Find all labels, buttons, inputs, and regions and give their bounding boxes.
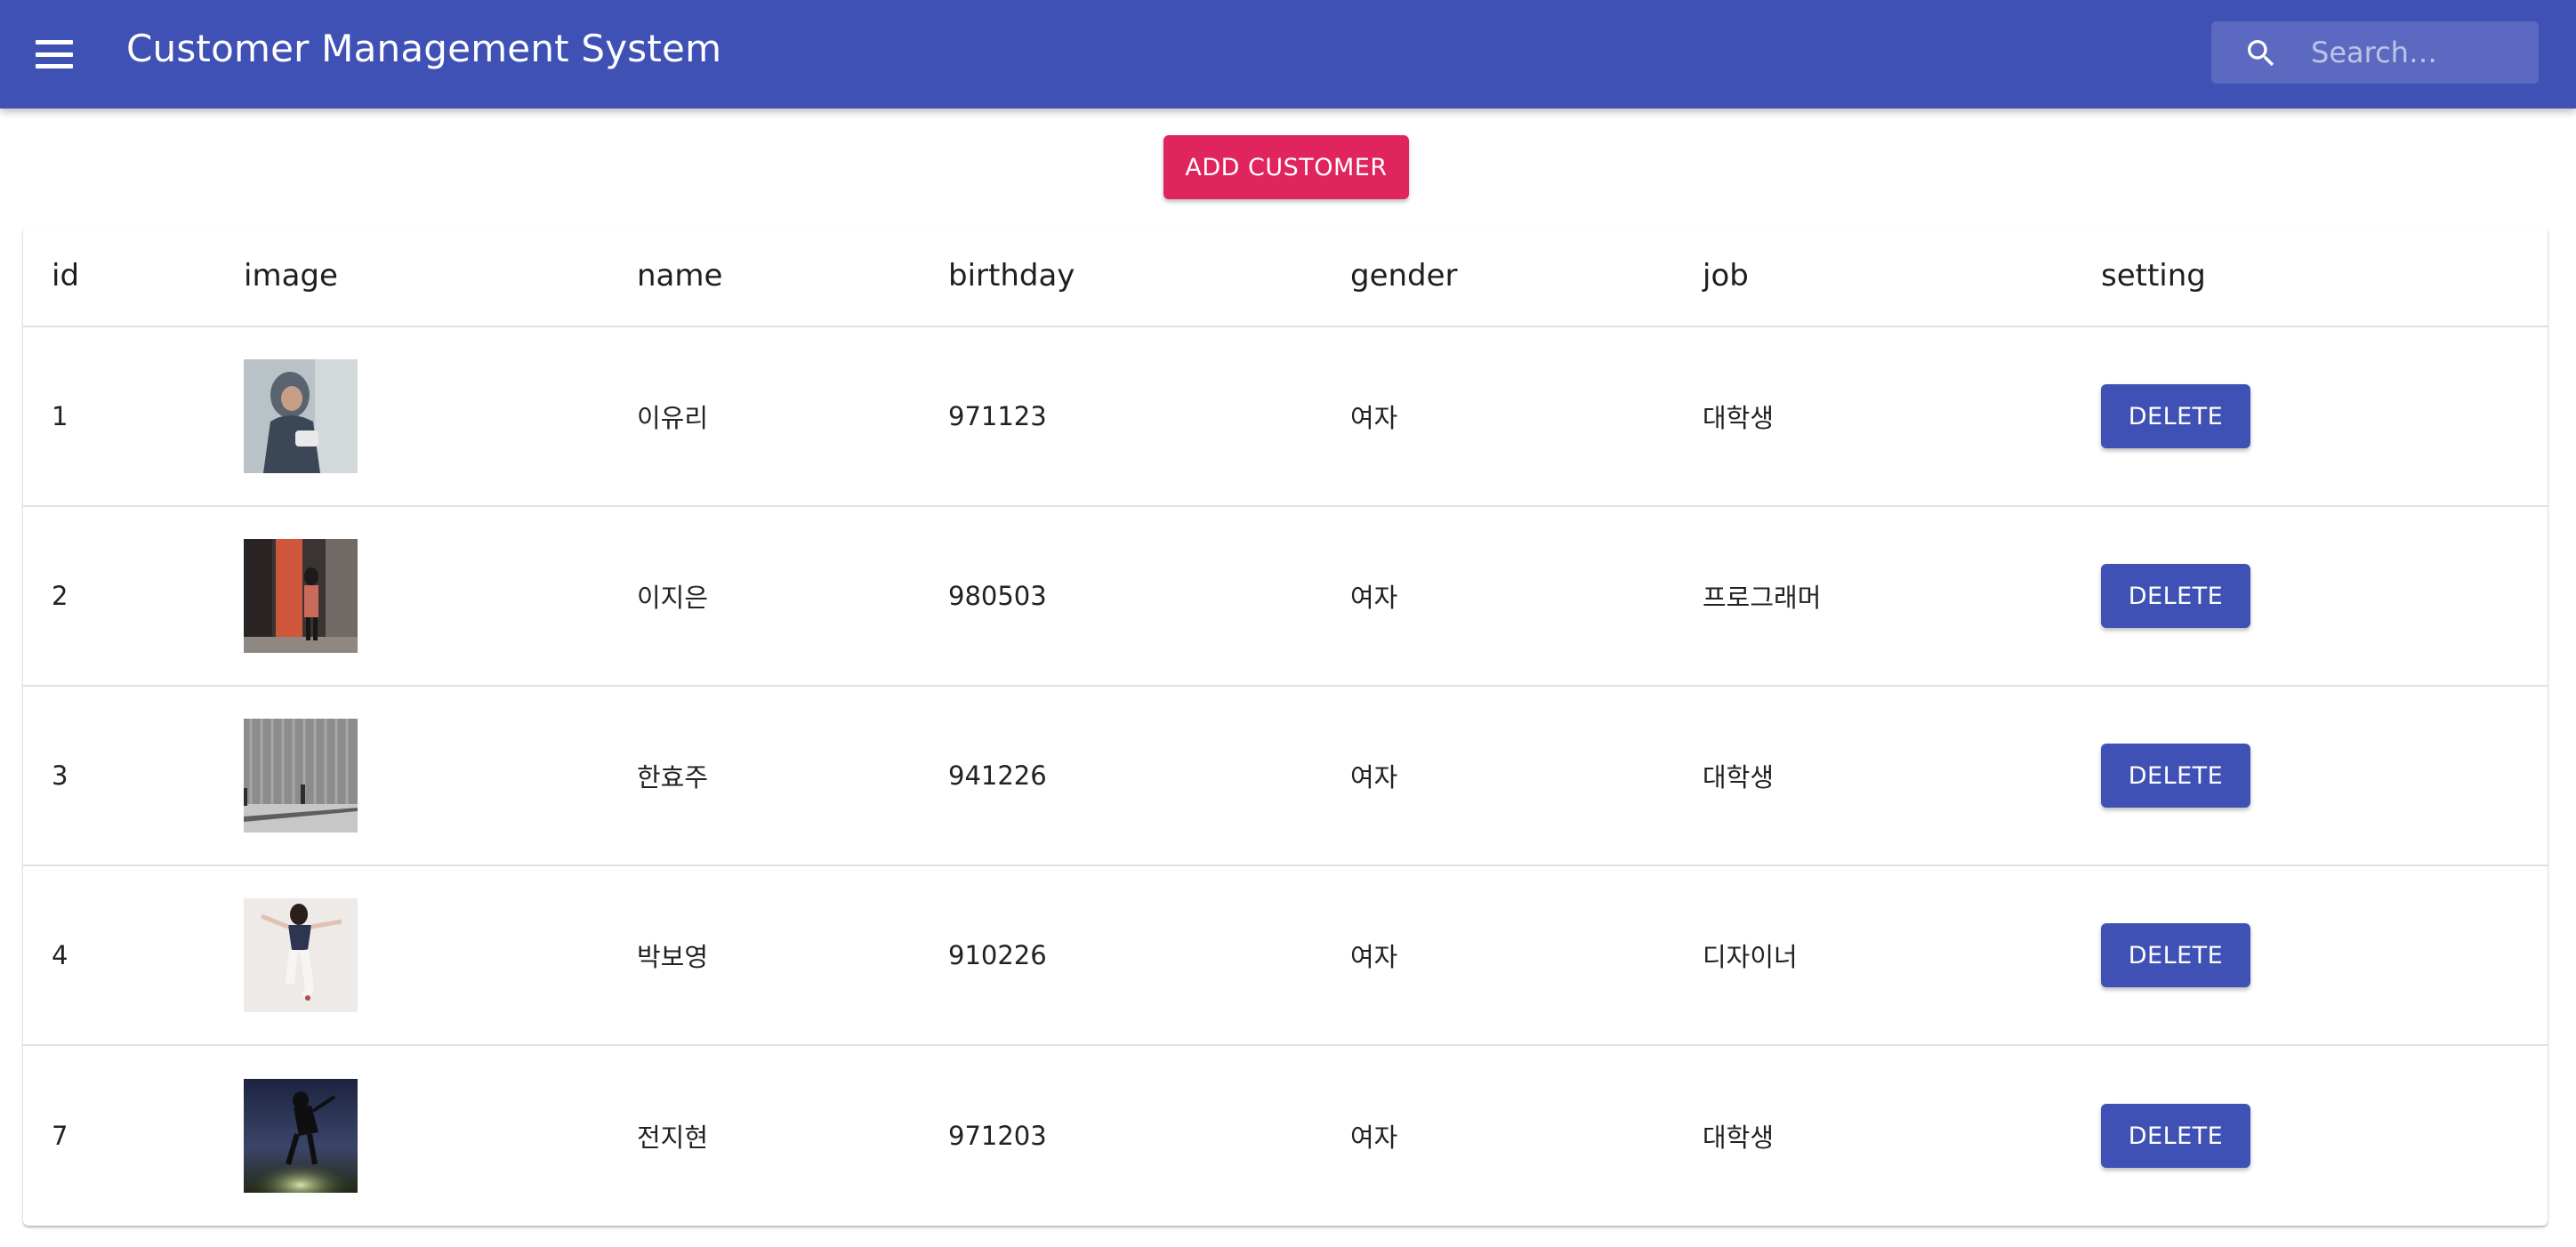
customer-image xyxy=(244,866,358,1044)
cell-birthday: 980503 xyxy=(948,581,1047,611)
cell-setting: DELETE xyxy=(2101,687,2250,865)
cell-id: 2 xyxy=(52,581,68,611)
table-row: 2 이지은 980503 여자 프로그래머 DELETE xyxy=(23,507,2548,687)
cell-id: 4 xyxy=(52,940,68,970)
customer-image xyxy=(244,1046,358,1226)
table-row: 1 이유리 971123 여자 대학생 DELETE xyxy=(23,327,2548,507)
customer-photo xyxy=(244,898,358,1012)
customer-photo xyxy=(244,719,358,833)
header-name: name xyxy=(637,258,723,294)
delete-button[interactable]: DELETE xyxy=(2101,923,2250,987)
search-box[interactable] xyxy=(2211,21,2539,84)
customer-table: id image name birthday gender job settin… xyxy=(23,226,2548,1226)
cell-job: 프로그래머 xyxy=(1703,583,1822,613)
cell-job: 대학생 xyxy=(1703,403,1775,433)
cell-job: 디자이너 xyxy=(1703,942,1798,972)
table-row: 7 전지현 971203 여자 대학생 DELETE xyxy=(23,1046,2548,1226)
table-header-row: id image name birthday gender job settin… xyxy=(23,226,2548,327)
customer-photo xyxy=(244,1079,358,1193)
search-input[interactable] xyxy=(2311,21,2524,84)
header-id: id xyxy=(52,258,80,294)
delete-button[interactable]: DELETE xyxy=(2101,384,2250,448)
header-job: job xyxy=(1703,258,1749,294)
cell-id: 7 xyxy=(52,1121,68,1151)
delete-button[interactable]: DELETE xyxy=(2101,1104,2250,1168)
cell-name: 이지은 xyxy=(637,583,709,613)
cell-gender: 여자 xyxy=(1350,583,1398,613)
cell-id: 1 xyxy=(52,401,68,431)
cell-birthday: 971123 xyxy=(948,401,1047,431)
customer-image xyxy=(244,327,358,505)
cell-setting: DELETE xyxy=(2101,1046,2250,1226)
header-birthday: birthday xyxy=(948,258,1075,294)
cell-name: 한효주 xyxy=(637,762,709,792)
delete-button[interactable]: DELETE xyxy=(2101,744,2250,808)
menu-icon[interactable] xyxy=(34,35,75,74)
delete-button[interactable]: DELETE xyxy=(2101,564,2250,628)
add-customer-button[interactable]: ADD CUSTOMER xyxy=(1163,135,1409,199)
cell-setting: DELETE xyxy=(2101,327,2250,505)
cell-birthday: 971203 xyxy=(948,1121,1047,1151)
cell-id: 3 xyxy=(52,760,68,791)
cell-birthday: 941226 xyxy=(948,760,1047,791)
customer-photo xyxy=(244,359,358,473)
cell-setting: DELETE xyxy=(2101,866,2250,1044)
header-setting: setting xyxy=(2101,258,2206,294)
cell-setting: DELETE xyxy=(2101,507,2250,685)
table-row: 3 한효주 941226 여자 대학생 DELETE xyxy=(23,687,2548,866)
customer-image xyxy=(244,507,358,685)
cell-name: 이유리 xyxy=(637,403,709,433)
cell-job: 대학생 xyxy=(1703,762,1775,792)
cell-gender: 여자 xyxy=(1350,942,1398,972)
cell-birthday: 910226 xyxy=(948,940,1047,970)
app-bar: Customer Management System xyxy=(0,0,2576,109)
search-icon xyxy=(2248,40,2274,67)
cell-name: 전지현 xyxy=(637,1122,709,1153)
header-image: image xyxy=(244,258,338,294)
app-title: Customer Management System xyxy=(126,27,722,70)
cell-gender: 여자 xyxy=(1350,403,1398,433)
cell-gender: 여자 xyxy=(1350,762,1398,792)
cell-job: 대학생 xyxy=(1703,1122,1775,1153)
customer-photo xyxy=(244,539,358,653)
table-row: 4 박보영 910226 여자 디자이너 DELETE xyxy=(23,866,2548,1046)
customer-image xyxy=(244,687,358,865)
cell-gender: 여자 xyxy=(1350,1122,1398,1153)
header-gender: gender xyxy=(1350,258,1458,294)
cell-name: 박보영 xyxy=(637,942,709,972)
